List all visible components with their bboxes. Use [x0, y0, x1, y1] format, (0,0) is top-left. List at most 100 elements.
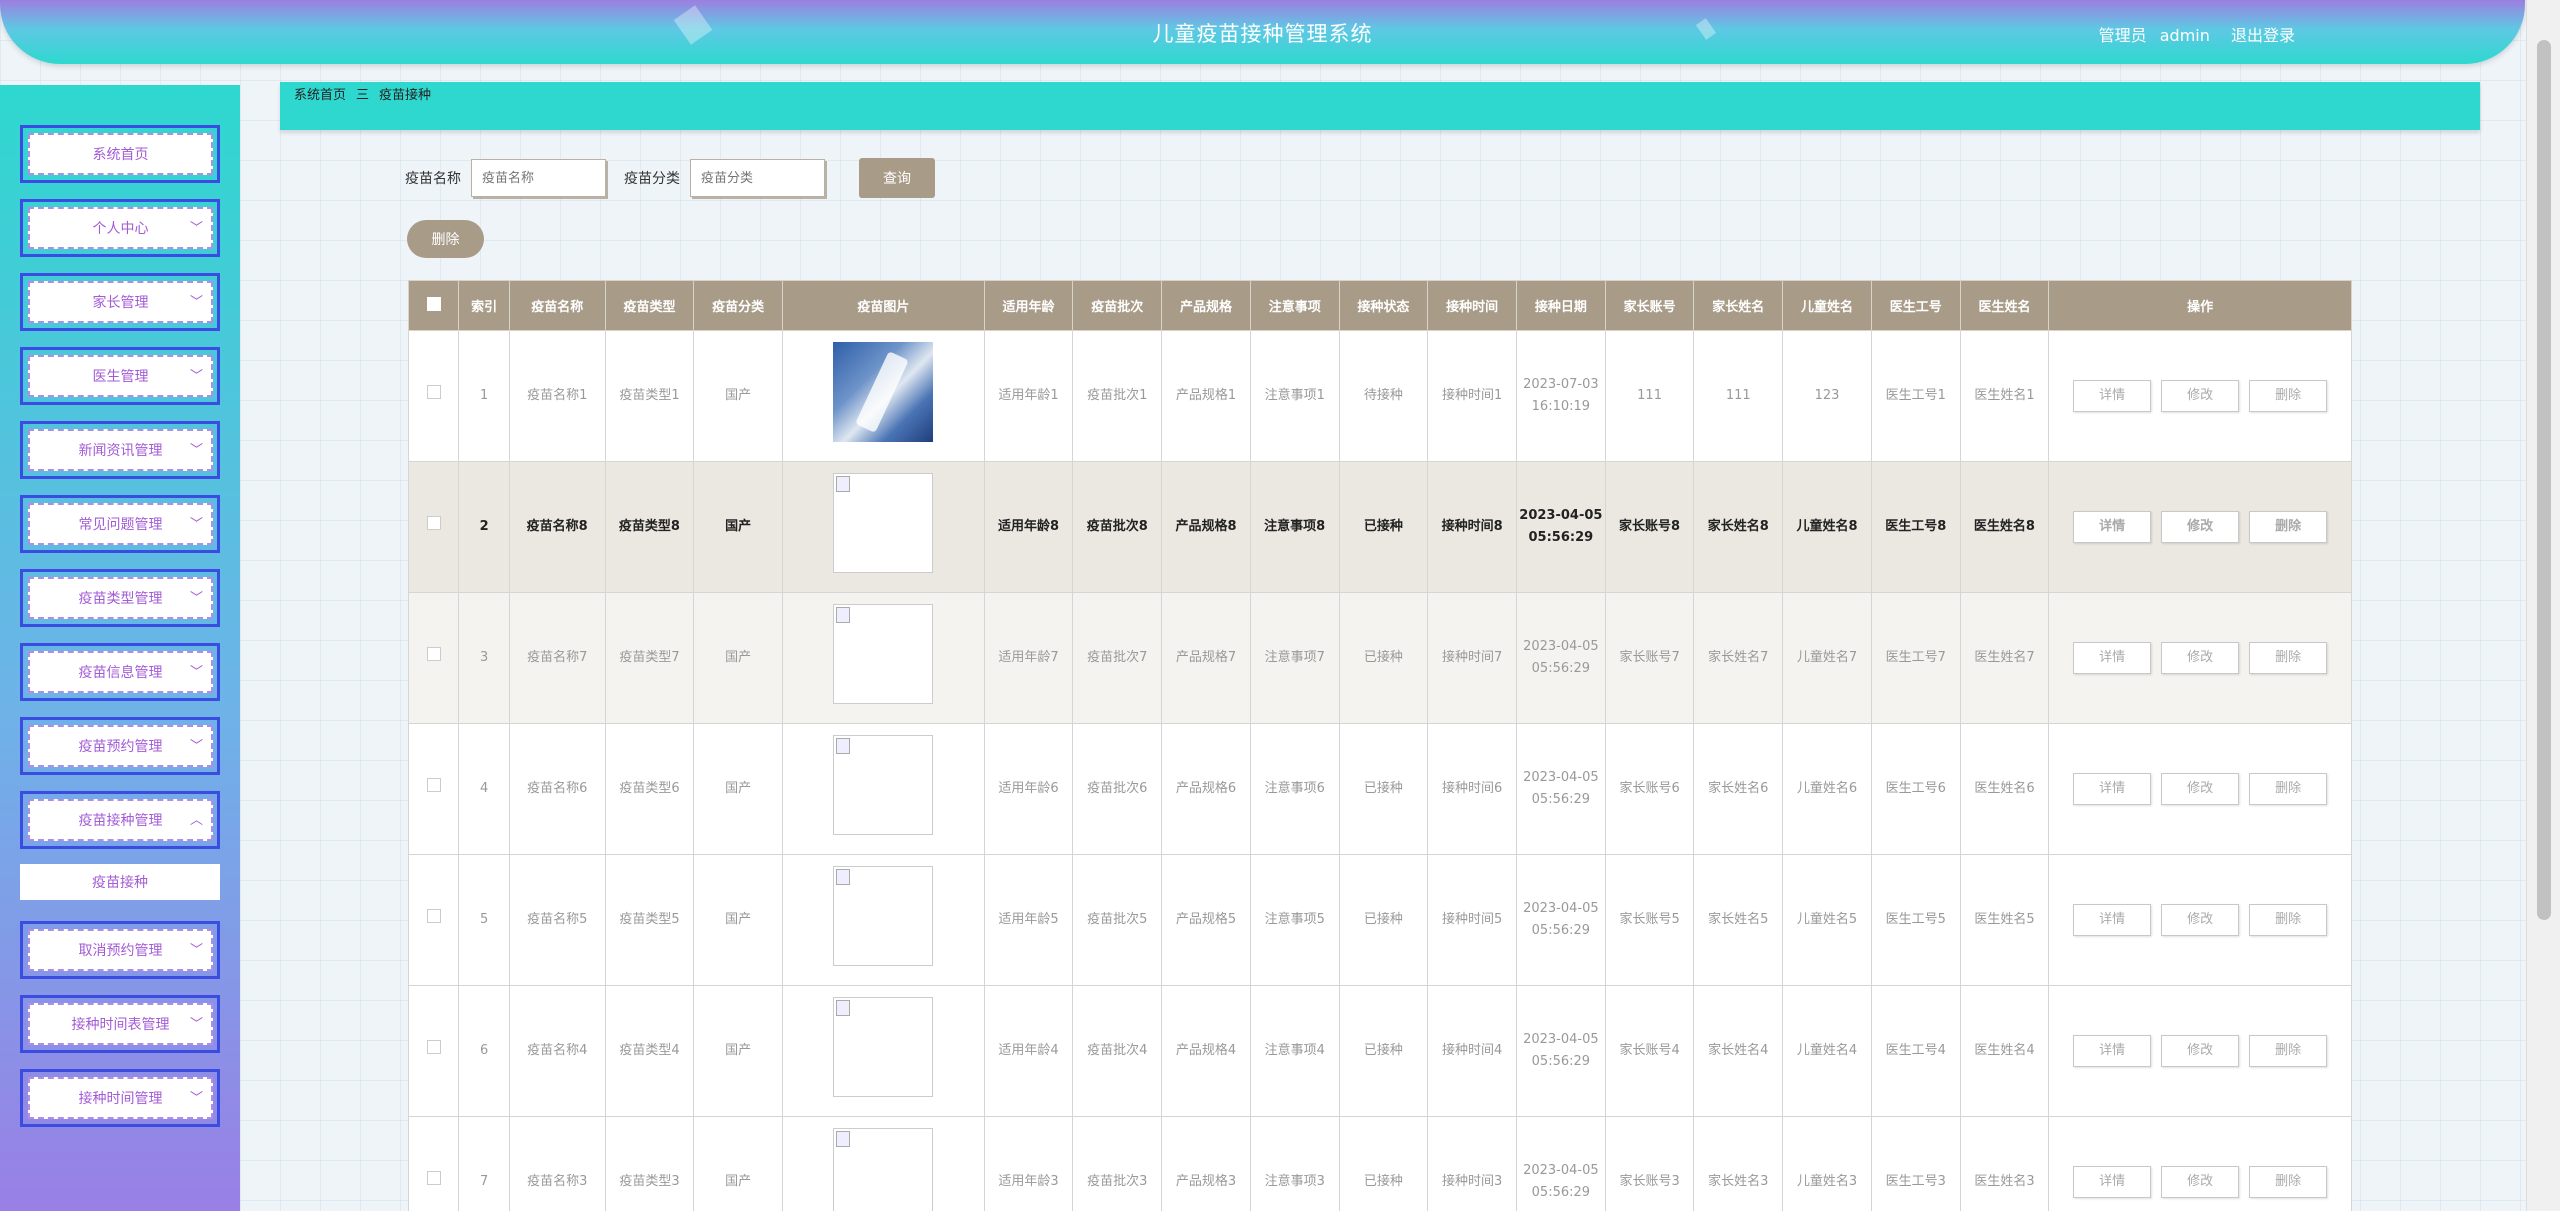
logout-link[interactable]: 退出登录	[2231, 26, 2295, 45]
sidebar-item-label: 家长管理	[28, 281, 213, 323]
cell-type: 疫苗类型4	[604, 985, 695, 1117]
detail-button[interactable]: 详情	[2073, 773, 2152, 805]
row-checkbox[interactable]	[426, 1171, 441, 1185]
edit-button[interactable]: 修改	[2161, 642, 2240, 674]
actions-cell: 详情 修改 删除	[2048, 592, 2352, 724]
cell-date: 2023-04-05 05:56:29	[1516, 723, 1606, 855]
sidebar-item-vaccine-appointment-management[interactable]: 疫苗预约管理 ﹀	[20, 717, 220, 775]
row-checkbox[interactable]	[426, 647, 441, 661]
sidebar-item-personal-center[interactable]: 个人中心 ﹀	[20, 199, 220, 257]
vertical-scrollbar[interactable]	[2526, 0, 2560, 1211]
detail-button[interactable]: 详情	[2073, 380, 2152, 412]
delete-button[interactable]: 删除	[2249, 511, 2328, 543]
row-checkbox[interactable]	[426, 909, 441, 923]
column-header: 接种时间	[1427, 280, 1517, 331]
cell-type: 疫苗类型3	[604, 1116, 695, 1211]
sidebar-item-vaccination-management[interactable]: 疫苗接种管理 ︿	[20, 791, 220, 849]
query-button[interactable]: 查询	[859, 158, 935, 198]
cell-batch: 疫苗批次6	[1072, 723, 1163, 855]
delete-button[interactable]: 删除	[2249, 1035, 2328, 1067]
cell-docid: 医生工号8	[1870, 461, 1961, 593]
cell-pname: 家长姓名3	[1693, 1116, 1784, 1211]
vaccine-image-cell	[782, 592, 985, 724]
sidebar-item-faq-management[interactable]: 常见问题管理 ﹀	[20, 495, 220, 553]
sidebar-item-news-management[interactable]: 新闻资讯管理 ﹀	[20, 421, 220, 479]
cell-pacct: 家长账号7	[1604, 592, 1695, 724]
scrollbar-thumb[interactable]	[2537, 40, 2551, 920]
sidebar-item-label: 疫苗类型管理	[28, 577, 213, 619]
vaccine-name-label: 疫苗名称	[405, 171, 461, 187]
vaccine-category-input[interactable]	[690, 159, 825, 197]
sidebar-item-home[interactable]: 系统首页	[20, 125, 220, 183]
vaccination-table: 索引 疫苗名称 疫苗类型 疫苗分类 疫苗图片 适用年龄 疫苗批次 产品规格 注意…	[407, 280, 2352, 1211]
breadcrumb-bar: 系统首页 三 疫苗接种	[280, 82, 2480, 130]
cell-pname: 家长姓名4	[1693, 985, 1784, 1117]
chevron-down-icon: ﹀	[189, 295, 203, 310]
delete-button[interactable]: 删除	[2249, 904, 2328, 936]
row-checkbox[interactable]	[426, 516, 441, 530]
row-checkbox[interactable]	[426, 1040, 441, 1054]
actions-cell: 详情 修改 删除	[2048, 330, 2352, 462]
batch-delete-button[interactable]: 删除	[407, 220, 484, 258]
actions-cell: 详情 修改 删除	[2048, 985, 2352, 1117]
cell-child: 儿童姓名7	[1782, 592, 1872, 724]
cell-type: 疫苗类型6	[604, 723, 695, 855]
sidebar-item-vaccination-time-management[interactable]: 接种时间管理 ﹀	[20, 1069, 220, 1127]
column-header: 疫苗分类	[693, 280, 784, 331]
row-actions: 详情 修改 删除	[2051, 380, 2349, 412]
edit-button[interactable]: 修改	[2161, 904, 2240, 936]
sidebar-item-cancel-appointment-management[interactable]: 取消预约管理 ﹀	[20, 921, 220, 979]
cell-spec: 产品规格8	[1161, 461, 1251, 593]
cell-time: 接种时间5	[1427, 854, 1517, 986]
row-select-cell	[407, 1116, 460, 1211]
detail-button[interactable]: 详情	[2073, 511, 2152, 543]
detail-button[interactable]: 详情	[2073, 1035, 2152, 1067]
column-header: 接种日期	[1516, 280, 1606, 331]
sidebar-item-label: 个人中心	[28, 207, 213, 249]
table-row[interactable]: 4 疫苗名称6 疫苗类型6 国产 适用年龄6 疫苗批次6 产品规格6 注意事项6 已接种 接种时间…	[407, 723, 2352, 855]
edit-button[interactable]: 修改	[2161, 1035, 2240, 1067]
delete-button[interactable]: 删除	[2249, 642, 2328, 674]
sidebar-item-vaccine-info-management[interactable]: 疫苗信息管理 ﹀	[20, 643, 220, 701]
delete-button[interactable]: 删除	[2249, 380, 2328, 412]
broken-image-icon	[833, 1128, 934, 1211]
delete-button[interactable]: 删除	[2249, 773, 2328, 805]
table-row[interactable]: 6 疫苗名称4 疫苗类型4 国产 适用年龄4 疫苗批次4 产品规格4 注意事项4 已接种 接种时间…	[407, 985, 2352, 1117]
vaccine-image-cell	[782, 723, 985, 855]
cell-age: 适用年龄4	[983, 985, 1074, 1117]
vaccine-name-input[interactable]	[471, 159, 606, 197]
cell-idx: 7	[458, 1116, 510, 1211]
select-all-checkbox[interactable]	[426, 296, 441, 311]
detail-button[interactable]: 详情	[2073, 904, 2152, 936]
broken-image-icon	[833, 735, 934, 835]
sidebar-item-vaccine-type-management[interactable]: 疫苗类型管理 ﹀	[20, 569, 220, 627]
table-row[interactable]: 2 疫苗名称8 疫苗类型8 国产 适用年龄8 疫苗批次8 产品规格8 注意事项8 已接种 接种时间…	[407, 461, 2352, 593]
table-row[interactable]: 1 疫苗名称1 疫苗类型1 国产 适用年龄1 疫苗批次1 产品规格1 注意事项1 待接种 接种时间…	[407, 330, 2352, 462]
actions-cell: 详情 修改 删除	[2048, 723, 2352, 855]
sidebar-item-vaccination-schedule-management[interactable]: 接种时间表管理 ﹀	[20, 995, 220, 1053]
breadcrumb-home[interactable]: 系统首页	[294, 84, 346, 103]
sidebar-item-doctor-management[interactable]: 医生管理 ﹀	[20, 347, 220, 405]
row-checkbox[interactable]	[426, 778, 441, 792]
cell-time: 接种时间7	[1427, 592, 1517, 724]
sidebar-subitem-vaccination[interactable]: 疫苗接种	[20, 864, 220, 900]
delete-button[interactable]: 删除	[2249, 1166, 2328, 1198]
sidebar: 系统首页 个人中心 ﹀ 家长管理 ﹀ 医生管理 ﹀ 新闻资讯管理 ﹀ 常见问题管理 ﹀ 疫苗类型管理 ﹀…	[0, 85, 240, 1211]
cell-batch: 疫苗批次3	[1072, 1116, 1163, 1211]
detail-button[interactable]: 详情	[2073, 1166, 2152, 1198]
chevron-down-icon: ﹀	[189, 591, 203, 606]
actions-cell: 详情 修改 删除	[2048, 461, 2352, 593]
cell-type: 疫苗类型5	[604, 854, 695, 986]
table-row[interactable]: 7 疫苗名称3 疫苗类型3 国产 适用年龄3 疫苗批次3 产品规格3 注意事项3 已接种 接种时间…	[407, 1116, 2352, 1211]
sidebar-item-parent-management[interactable]: 家长管理 ﹀	[20, 273, 220, 331]
edit-button[interactable]: 修改	[2161, 380, 2240, 412]
table-row[interactable]: 5 疫苗名称5 疫苗类型5 国产 适用年龄5 疫苗批次5 产品规格5 注意事项5 已接种 接种时间…	[407, 854, 2352, 986]
edit-button[interactable]: 修改	[2161, 511, 2240, 543]
edit-button[interactable]: 修改	[2161, 773, 2240, 805]
row-checkbox[interactable]	[426, 385, 441, 399]
edit-button[interactable]: 修改	[2161, 1166, 2240, 1198]
table-row[interactable]: 3 疫苗名称7 疫苗类型7 国产 适用年龄7 疫苗批次7 产品规格7 注意事项7 已接种 接种时间…	[407, 592, 2352, 724]
broken-image-glyph	[836, 869, 851, 885]
detail-button[interactable]: 详情	[2073, 642, 2152, 674]
column-header: 疫苗类型	[604, 280, 695, 331]
